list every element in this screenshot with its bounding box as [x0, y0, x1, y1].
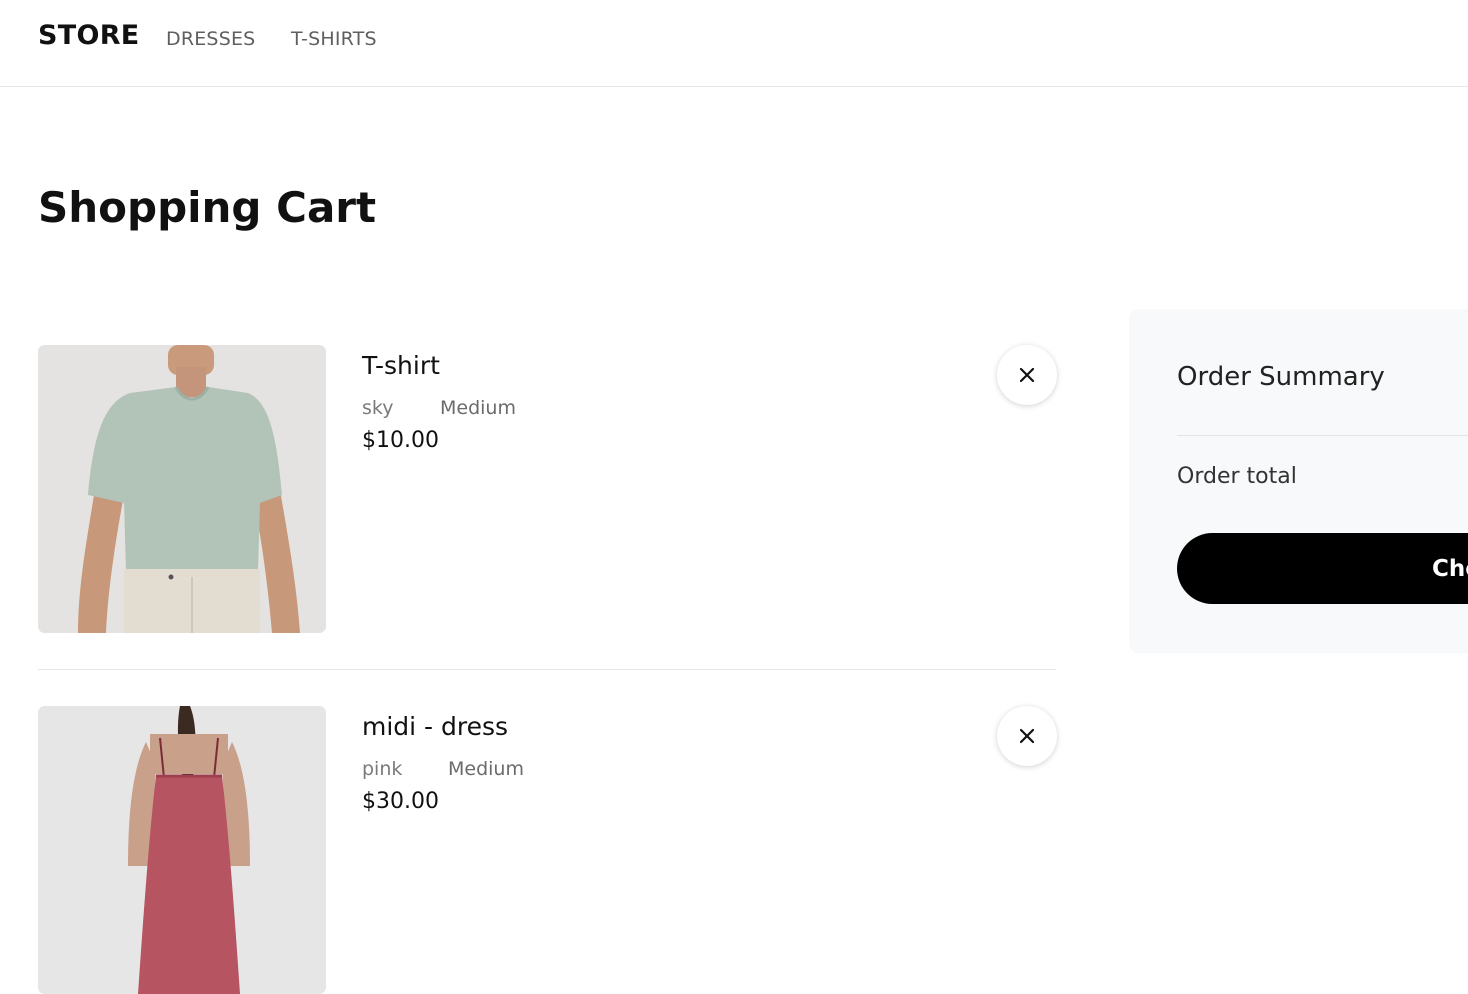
- cart-item-price: $30.00: [362, 789, 439, 814]
- nav-link-dresses[interactable]: DRESSES: [166, 28, 255, 50]
- store-logo[interactable]: STORE: [38, 20, 140, 51]
- order-summary-title: Order Summary: [1177, 362, 1385, 392]
- remove-item-button[interactable]: [997, 706, 1057, 766]
- cart-item-name[interactable]: T-shirt: [362, 351, 440, 380]
- order-summary-divider: [1177, 435, 1468, 436]
- cart-item-color: sky: [362, 397, 394, 419]
- cart-item-size: Medium: [448, 758, 524, 780]
- top-navigation-bar: STORE DRESSES T-SHIRTS: [0, 0, 1468, 87]
- midi-dress-product-image[interactable]: [38, 706, 326, 994]
- close-icon: [1019, 728, 1035, 744]
- cart-item-color: pink: [362, 758, 403, 780]
- close-icon: [1019, 367, 1035, 383]
- order-summary-panel: Order Summary Order total Checkout: [1129, 309, 1468, 653]
- cart-item-divider: [38, 669, 1056, 670]
- page-title: Shopping Cart: [38, 183, 377, 232]
- cart-item-midi-dress: midi - dress pink Medium $30.00: [38, 706, 1057, 994]
- cart-item-t-shirt: T-shirt sky Medium $10.00: [38, 345, 1057, 633]
- order-total-label: Order total: [1177, 464, 1297, 489]
- cart-item-size: Medium: [440, 397, 516, 419]
- remove-item-button[interactable]: [997, 345, 1057, 405]
- nav-link-t-shirts[interactable]: T-SHIRTS: [291, 28, 377, 50]
- checkout-button[interactable]: Checkout: [1177, 533, 1468, 604]
- cart-item-name[interactable]: midi - dress: [362, 712, 508, 741]
- cart-item-price: $10.00: [362, 428, 439, 453]
- t-shirt-product-image[interactable]: [38, 345, 326, 633]
